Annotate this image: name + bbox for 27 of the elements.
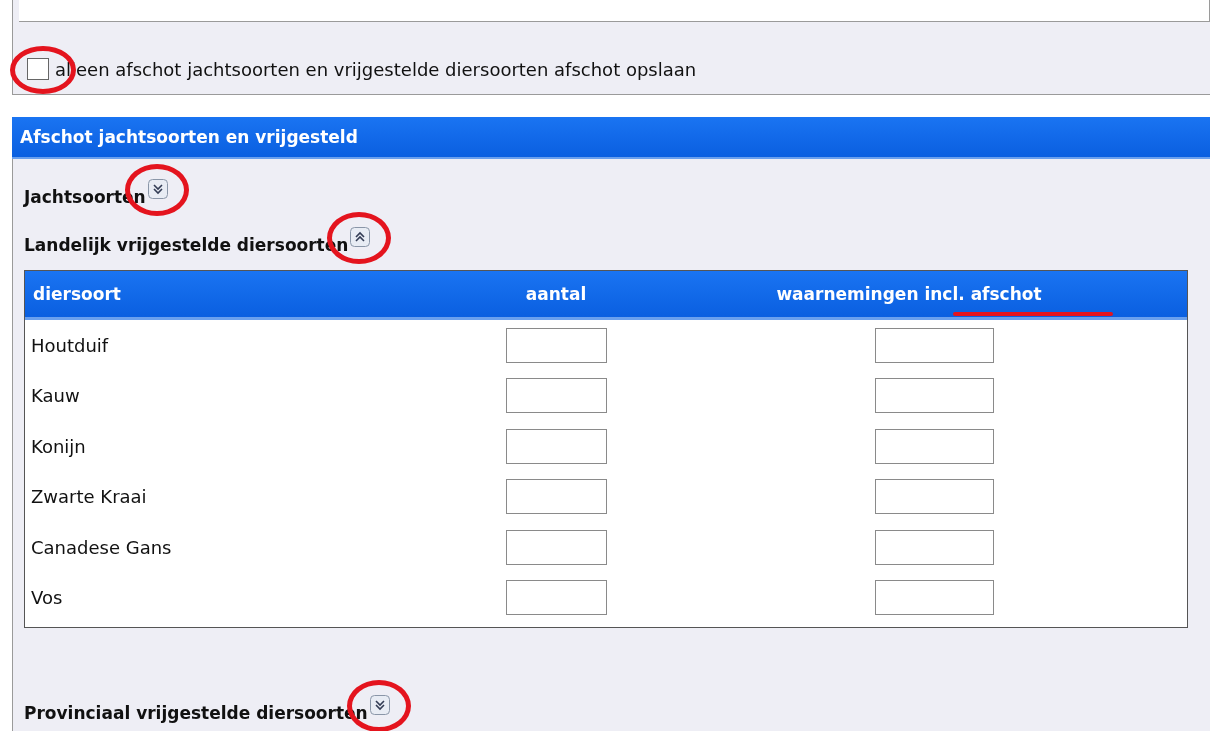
count-field[interactable] (505, 580, 607, 616)
count-field[interactable] (505, 428, 607, 464)
observations-field[interactable] (874, 378, 994, 414)
species-name: Vos (31, 587, 63, 609)
collapse-icon[interactable] (350, 227, 371, 247)
text-area[interactable] (19, 0, 1210, 22)
column-header: aantal (524, 284, 588, 304)
count-field[interactable] (505, 327, 607, 363)
observations-field[interactable] (874, 479, 994, 515)
observations-field[interactable] (874, 428, 994, 464)
count-field[interactable] (505, 479, 607, 515)
observations-field[interactable] (874, 529, 994, 565)
species-name: Houtduif (31, 334, 109, 356)
expand-icon[interactable] (147, 179, 168, 199)
count-field[interactable] (505, 378, 607, 414)
observations-field[interactable] (874, 327, 994, 363)
column-header: diersoort (32, 284, 122, 304)
column-header: waarnemingen incl. afschot (776, 284, 1042, 304)
species-name: Zwarte Kraai (31, 486, 147, 508)
count-field[interactable] (505, 529, 607, 565)
expand-icon[interactable] (369, 695, 390, 715)
species-name: Konijn (31, 435, 86, 457)
panel-header: Afschot jachtsoorten en vrijgesteld (12, 117, 1210, 159)
species-name: Canadese Gans (31, 536, 172, 558)
species-name: Kauw (31, 385, 80, 407)
observations-field[interactable] (874, 580, 994, 616)
checkbox[interactable] (27, 58, 49, 80)
